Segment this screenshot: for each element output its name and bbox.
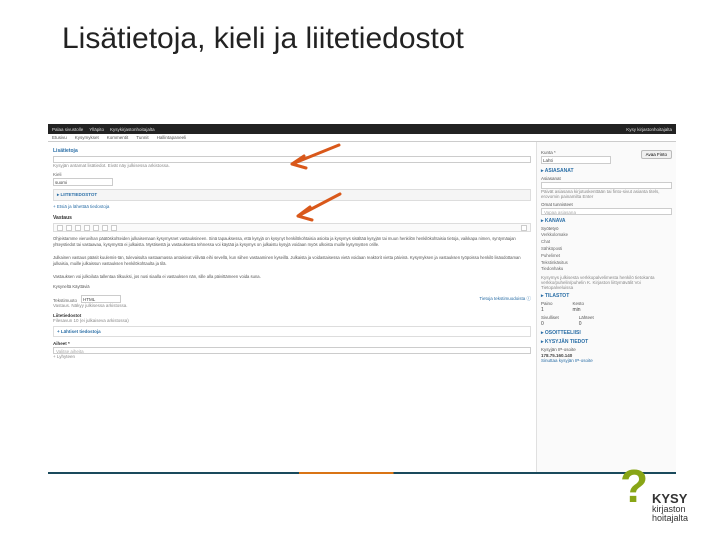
aiheet-label: Aiheet * — [53, 341, 531, 346]
liite-accordion[interactable]: ▸ LIITETIEDOSTOT — [53, 189, 531, 201]
ip-link[interactable]: Sinuttaa kysyjän IP-osoite — [541, 358, 672, 363]
kieli-label: Kieli — [53, 172, 531, 177]
answer-help: Vastaus. Näkyy julkisessa arkistossa. — [53, 303, 531, 308]
editor-toolbar[interactable] — [53, 223, 531, 232]
nav-comments[interactable]: Kommentit — [107, 135, 129, 140]
vapaat-label: Omat tunnisteet — [541, 202, 672, 207]
kanava-label: Syötetyö — [541, 226, 672, 231]
aiheet-add[interactable]: + Lyhyteen — [53, 354, 531, 359]
liite2-help: Filesavun 10 (ei julkaiseva arkistossa) — [53, 318, 531, 323]
lisatiedot-header: Lisätietoja — [53, 148, 531, 154]
right-pane: Avaa Finto Kunta * Lahti ▸ ASIASANAT Asi… — [536, 142, 676, 474]
asiasanat-header[interactable]: ▸ ASIASANAT — [541, 168, 672, 174]
admin-link[interactable]: Ylläpito — [89, 127, 104, 132]
bold-icon[interactable] — [57, 225, 63, 231]
lahde-value: 0 — [579, 321, 594, 327]
brand-logo: ? KYSY kirjaston hoitajalta — [620, 470, 692, 532]
list-icon[interactable] — [84, 225, 90, 231]
sivu-value: 0 — [541, 321, 559, 327]
nav-dashboard[interactable]: Hallintapaneeli — [157, 135, 187, 140]
vapaat-input[interactable]: Vapaa asiasana — [541, 208, 672, 215]
osoite-header[interactable]: ▸ OSOITTEELIISI — [541, 330, 672, 336]
sivu-label: Sivulliset — [541, 315, 559, 320]
expand-icon[interactable] — [521, 225, 527, 231]
paino-value: 1 — [541, 307, 553, 313]
kysyja-header[interactable]: ▸ KYSYJÄN TIEDOT — [541, 339, 672, 345]
italic-icon[interactable] — [66, 225, 72, 231]
kesto-label: Kesto — [573, 301, 585, 306]
format-select[interactable]: HTML — [81, 295, 121, 303]
kanava-item[interactable]: Tiedonhaku — [541, 266, 672, 273]
navbar: Etusivu Kysymykset Kommentit Tunnit Hall… — [48, 134, 676, 142]
logo-sub2: hoitajalta — [652, 514, 688, 523]
vastaus-header: Vastaus — [53, 215, 531, 221]
answer-sign: Kysyneltä Käyttäviä — [53, 284, 531, 290]
kanava-list[interactable]: Verkkolomake Chat Sähköposti Puhelimet T… — [541, 232, 672, 273]
kunta-select[interactable]: Lahti — [541, 156, 611, 164]
quote-icon[interactable] — [102, 225, 108, 231]
kanava-item[interactable]: Verkkolomake — [541, 232, 672, 239]
lisatiedot-field[interactable] — [53, 156, 531, 163]
app-screenshot: Palaa sivustolle Ylläpito Kysykirjastonh… — [48, 124, 676, 474]
liite-add[interactable]: + Etsiä ja lähettää tiedostoja — [53, 204, 531, 209]
format-link[interactable]: Tietoja tekstimuodoista ⓘ — [479, 296, 531, 302]
aiheet-input[interactable]: Valitse aiheita — [53, 347, 531, 354]
kieli-select[interactable]: suomi — [53, 178, 113, 186]
asiasanat-help: Päivät asiasana kirjotuskenttään tai fin… — [541, 189, 672, 199]
asiasanat-input[interactable] — [541, 182, 672, 189]
brand-b: Kysy kirjastonhoitajalta — [626, 127, 672, 132]
lahde-label: Lähteet — [579, 315, 594, 320]
kanava-item[interactable]: Sähköposti — [541, 246, 672, 253]
topbar: Palaa sivustolle Ylläpito Kysykirjastonh… — [48, 124, 676, 134]
nav-questions[interactable]: Kysymykset — [75, 135, 99, 140]
image-icon[interactable] — [111, 225, 117, 231]
paino-label: Paino — [541, 301, 553, 306]
link-icon[interactable] — [93, 225, 99, 231]
lisatiedot-help: Kysyjän antamat lisätiedot. Eivät näy ju… — [53, 163, 531, 168]
avaa-finto-button[interactable]: Avaa Finto — [641, 150, 672, 159]
kesto-value: min — [573, 307, 585, 313]
nav-home[interactable]: Etusivu — [52, 135, 67, 140]
kanava-item[interactable]: Puhelimet — [541, 253, 672, 260]
kanava-header[interactable]: ▸ KANAVA — [541, 218, 672, 224]
ip-label: Kysyjän IP-osoite — [541, 347, 672, 352]
back-link[interactable]: Palaa sivustolle — [52, 127, 83, 132]
slide-title: Lisätietoja, kieli ja liitetiedostot — [0, 0, 720, 56]
kanava-item[interactable]: Chat — [541, 239, 672, 246]
left-pane: Lisätietoja Kysyjän antamat lisätiedot. … — [48, 142, 536, 474]
brand-a: Kysykirjastonhoitajalta — [110, 127, 155, 132]
kanava-note: Kysymys julkisesta verkkopalvelimesta he… — [541, 275, 672, 290]
asiasanat-label: Asiasanat — [541, 176, 672, 181]
liite2-add[interactable]: + Lähtiset tiedostoja — [53, 326, 531, 337]
answer-body[interactable]: Ohjeistamme vieruvihan päätöskohteiden j… — [53, 236, 531, 280]
nav-hours[interactable]: Tunnit — [136, 135, 148, 140]
underline-icon[interactable] — [75, 225, 81, 231]
footer-divider — [48, 472, 676, 474]
tilastot-header[interactable]: ▸ TILASTOT — [541, 293, 672, 299]
kanava-item[interactable]: Tekstinkäsitus — [541, 260, 672, 267]
